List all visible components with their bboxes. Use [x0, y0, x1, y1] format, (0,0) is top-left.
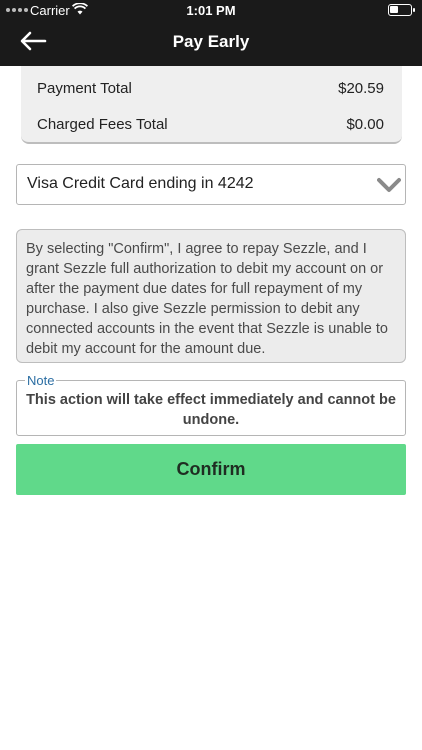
fees-total-row: Charged Fees Total $0.00: [37, 116, 384, 133]
authorization-terms: By selecting "Confirm", I agree to repay…: [16, 229, 406, 363]
chevron-down-icon[interactable]: [377, 175, 401, 195]
status-bar: Carrier 1:01 PM: [0, 0, 422, 22]
battery-icon: [388, 4, 415, 16]
payment-method-value: Visa Credit Card ending in 4242: [27, 175, 254, 192]
note-text: This action will take effect immediately…: [26, 392, 396, 428]
fees-total-label: Charged Fees Total: [37, 116, 168, 133]
payment-total-row: Payment Total $20.59: [37, 80, 384, 97]
payment-method-select[interactable]: Visa Credit Card ending in 4242: [16, 164, 406, 205]
note-box: Note This action will take effect immedi…: [16, 374, 406, 436]
note-label: Note: [25, 373, 57, 388]
payment-summary: Payment Total $20.59 Charged Fees Total …: [21, 66, 402, 144]
app-header: Carrier 1:01 PM Pay Early: [0, 0, 422, 66]
confirm-button[interactable]: Confirm: [16, 444, 406, 495]
status-time: 1:01 PM: [186, 3, 236, 18]
payment-total-value: $20.59: [338, 80, 384, 97]
page-title: Pay Early: [172, 32, 250, 51]
payment-total-label: Payment Total: [37, 80, 132, 97]
fees-total-value: $0.00: [346, 116, 384, 133]
